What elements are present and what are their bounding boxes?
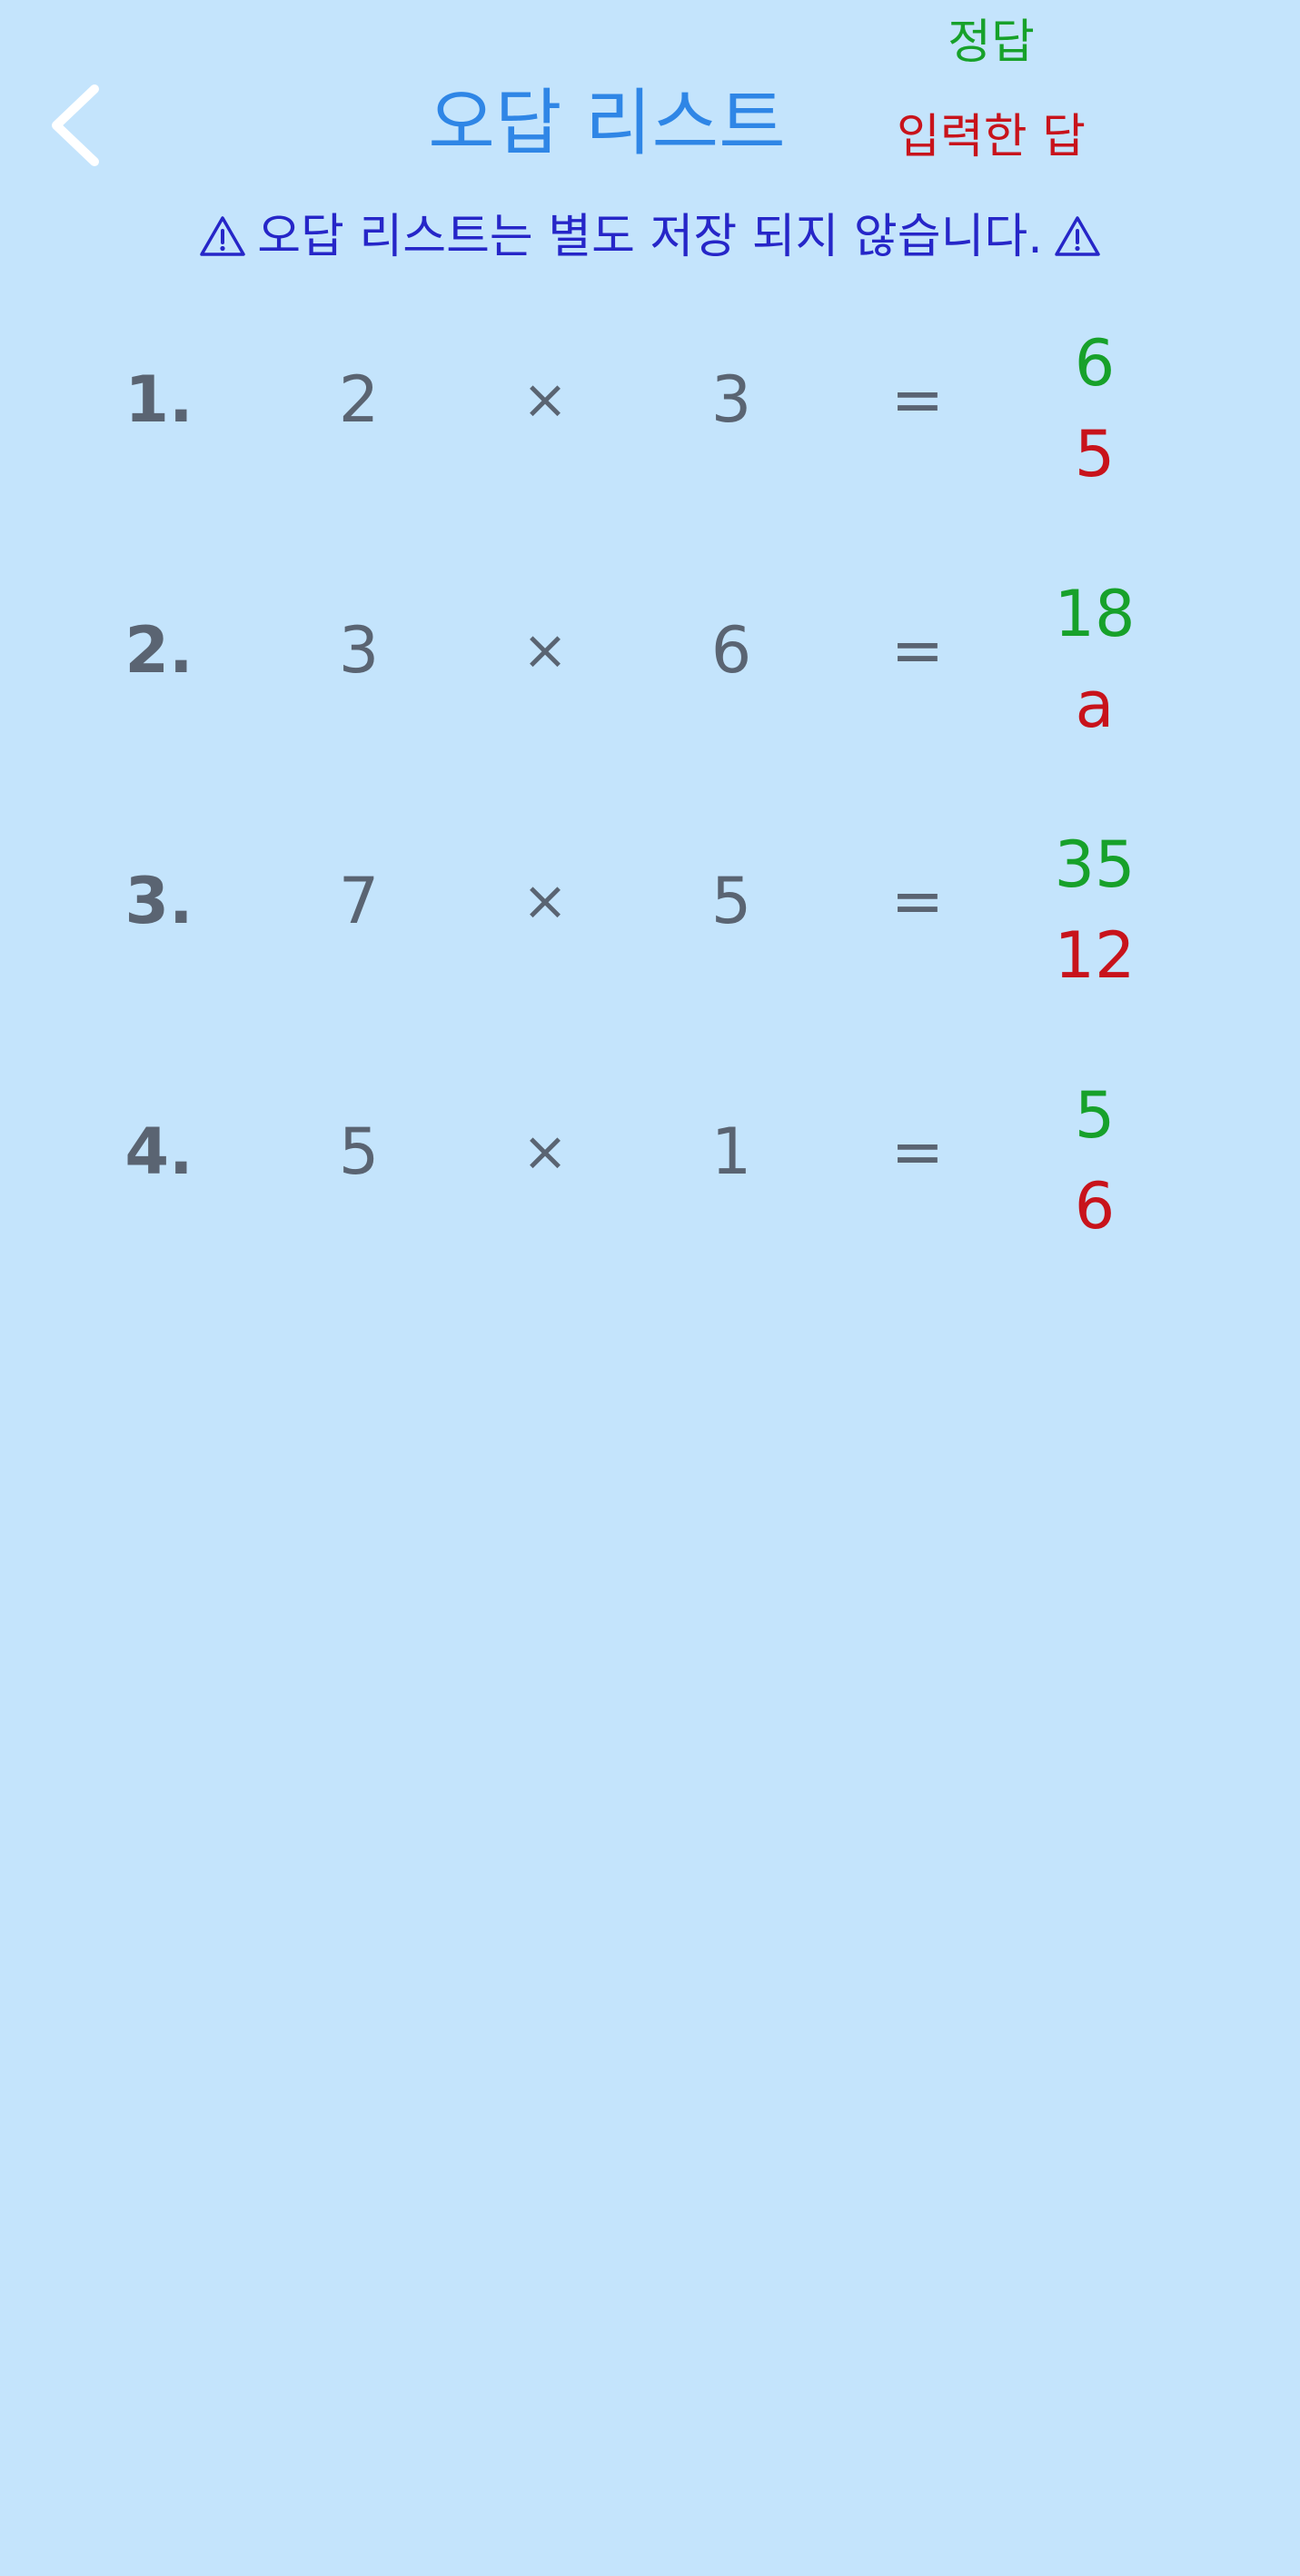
- multiply-sign: ×: [521, 869, 569, 933]
- problem-number: 2.: [124, 613, 194, 688]
- operand-a: 2: [338, 362, 380, 437]
- notice-text: 오답 리스트는 별도 저장 되지 않습니다.: [257, 210, 1043, 264]
- operand-a: 5: [338, 1115, 380, 1189]
- notice-banner: 오답 리스트는 별도 저장 되지 않습니다.: [0, 205, 1300, 269]
- input-answer: 6: [1074, 1169, 1116, 1243]
- warning-icon: [1055, 216, 1100, 256]
- multiply-sign: ×: [521, 368, 569, 431]
- operand-a: 3: [338, 613, 380, 688]
- operand-b: 6: [710, 613, 752, 688]
- list-item: 1. 2 × 3 = 6 5: [0, 300, 1300, 550]
- correct-answer: 18: [1054, 577, 1136, 651]
- problem-number: 3.: [124, 864, 194, 938]
- answer-pair: 35 12: [1017, 819, 1172, 1001]
- operand-a: 7: [338, 864, 380, 938]
- operand-b: 3: [710, 362, 752, 437]
- problem-number: 4.: [124, 1115, 194, 1189]
- multiply-sign: ×: [521, 619, 569, 682]
- operand-b: 5: [710, 864, 752, 938]
- input-answer: 12: [1054, 918, 1136, 993]
- legend-input-label: 입력한 답: [897, 110, 1086, 164]
- list-item: 3. 7 × 5 = 35 12: [0, 801, 1300, 1052]
- input-answer: a: [1075, 668, 1115, 742]
- legend-correct-label: 정답: [948, 15, 1035, 70]
- multiply-sign: ×: [521, 1120, 569, 1184]
- answer-pair: 6 5: [1017, 318, 1172, 500]
- wrong-answer-list: 1. 2 × 3 = 6 5 2. 3 × 6 = 18 a 3. 7 × 5 …: [0, 300, 1300, 1303]
- equals-sign: =: [890, 864, 945, 938]
- equals-sign: =: [890, 613, 945, 688]
- list-item: 2. 3 × 6 = 18 a: [0, 550, 1300, 801]
- warning-icon: [200, 216, 245, 256]
- correct-answer: 35: [1054, 827, 1136, 902]
- answer-pair: 5 6: [1017, 1070, 1172, 1252]
- list-item: 4. 5 × 1 = 5 6: [0, 1052, 1300, 1303]
- equals-sign: =: [890, 1115, 945, 1189]
- equals-sign: =: [890, 362, 945, 437]
- operand-b: 1: [710, 1115, 752, 1189]
- correct-answer: 6: [1074, 326, 1116, 401]
- answer-pair: 18 a: [1017, 569, 1172, 750]
- input-answer: 5: [1074, 417, 1116, 491]
- problem-number: 1.: [124, 362, 194, 437]
- answer-legend: 정답 입력한 답: [846, 0, 1136, 164]
- correct-answer: 5: [1074, 1078, 1116, 1153]
